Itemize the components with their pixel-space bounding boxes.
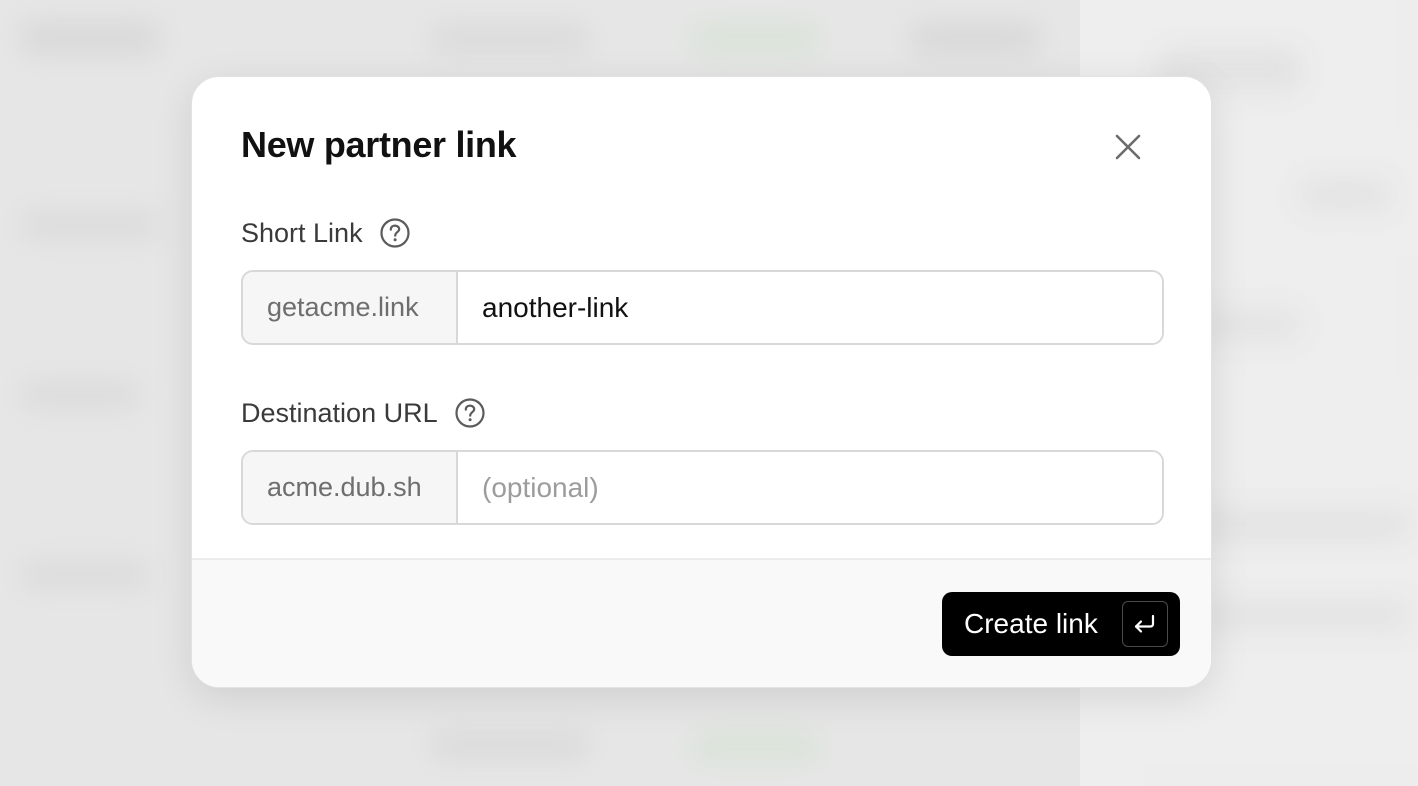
destination-url-label-row: Destination URL: [241, 397, 486, 429]
help-circle-icon: [454, 398, 485, 428]
new-partner-link-dialog: New partner link Short Link getacme.link…: [191, 76, 1212, 688]
short-link-label-row: Short Link: [241, 217, 411, 249]
destination-url-help-button[interactable]: [454, 397, 486, 429]
destination-url-input-group: acme.dub.sh: [241, 450, 1164, 525]
short-link-input-group: getacme.link: [241, 270, 1164, 345]
short-link-label: Short Link: [241, 218, 363, 248]
create-link-button[interactable]: Create link: [942, 592, 1180, 656]
destination-url-label: Destination URL: [241, 398, 438, 428]
enter-key-icon: [1134, 614, 1155, 633]
destination-url-input[interactable]: [458, 452, 1162, 523]
short-link-domain-prefix[interactable]: getacme.link: [243, 272, 458, 343]
create-link-button-label: Create link: [964, 608, 1098, 639]
short-link-help-button[interactable]: [379, 217, 411, 249]
short-link-key-input[interactable]: [458, 272, 1162, 343]
destination-url-domain-prefix: acme.dub.sh: [243, 452, 458, 523]
dialog-title: New partner link: [241, 124, 517, 165]
help-circle-icon: [379, 218, 410, 248]
enter-key-hint: [1122, 601, 1168, 647]
dialog-footer: Create link: [192, 558, 1211, 687]
close-icon: [1115, 134, 1141, 160]
close-button[interactable]: [1108, 127, 1148, 167]
